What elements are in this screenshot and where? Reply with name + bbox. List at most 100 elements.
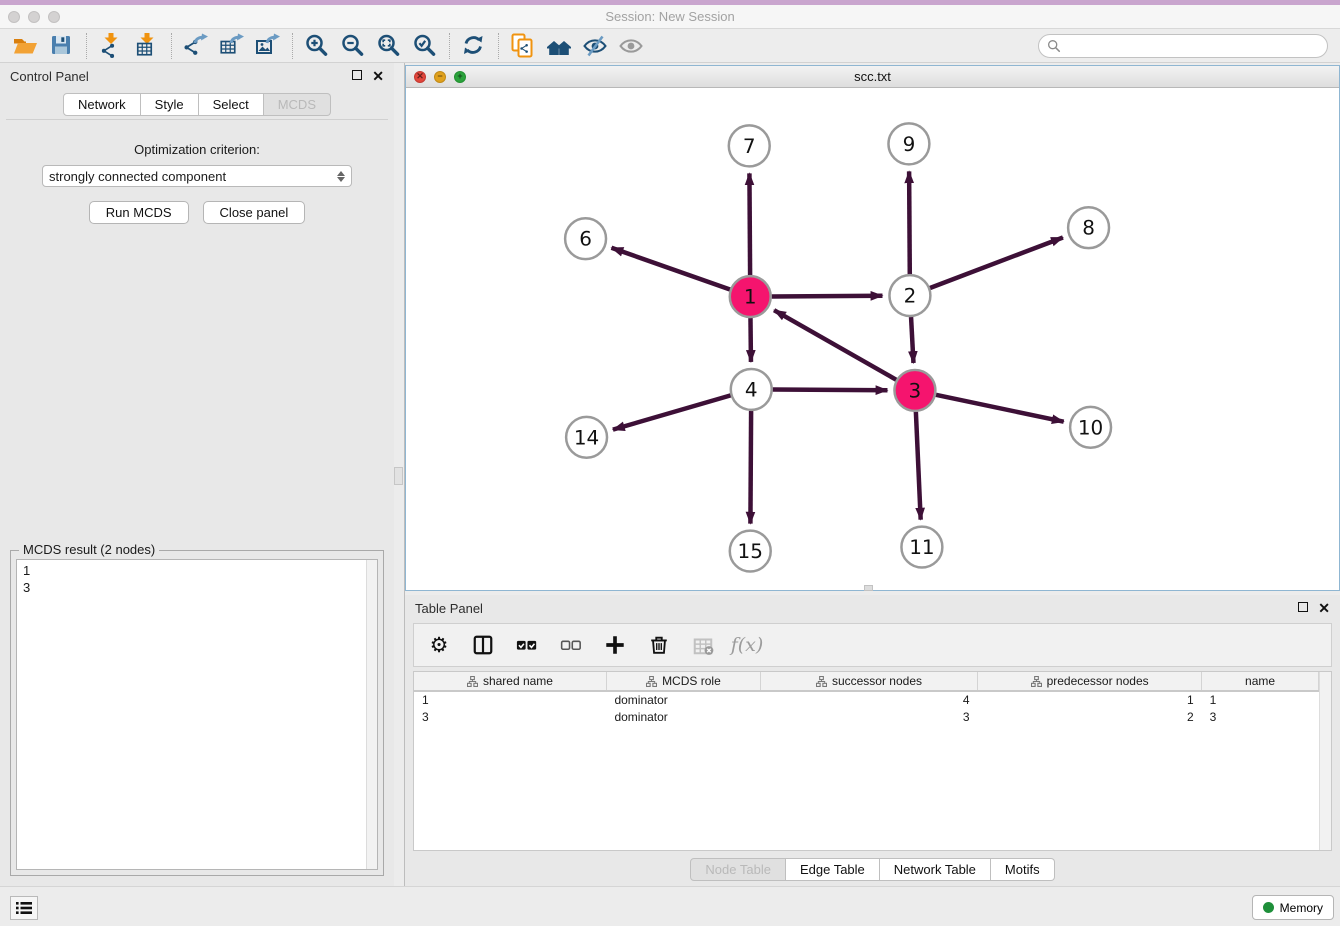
toolbar-separator xyxy=(498,33,499,59)
graph-node-14[interactable]: 14 xyxy=(566,417,607,458)
deselect-all-button[interactable] xyxy=(556,630,586,660)
run-mcds-button[interactable]: Run MCDS xyxy=(89,201,189,224)
edge-2-8[interactable] xyxy=(930,237,1063,287)
search-input[interactable] xyxy=(1065,39,1327,53)
mcds-result-group-title: MCDS result (2 nodes) xyxy=(19,542,159,557)
edge-3-11[interactable] xyxy=(916,412,921,520)
table-cell[interactable]: dominator xyxy=(606,708,760,725)
edge-2-3[interactable] xyxy=(911,317,913,363)
svg-text:3: 3 xyxy=(909,378,922,402)
network-window-titlebar[interactable]: ✕ − + scc.txt xyxy=(406,66,1339,88)
export-table-button[interactable] xyxy=(214,31,250,61)
table-cell[interactable]: dominator xyxy=(606,691,760,708)
column-header-successor-nodes[interactable]: successor nodes xyxy=(760,672,977,691)
graph-node-8[interactable]: 8 xyxy=(1068,207,1109,248)
zoom-fit-button[interactable] xyxy=(371,31,407,61)
import-network-button[interactable] xyxy=(93,31,129,61)
svg-text:2: 2 xyxy=(904,284,917,308)
zoom-in-button[interactable] xyxy=(299,31,335,61)
tab-node-table[interactable]: Node Table xyxy=(690,858,786,881)
zoom-selected-button[interactable] xyxy=(407,31,443,61)
float-panel-icon[interactable] xyxy=(352,70,362,82)
vertical-splitter-handle[interactable] xyxy=(394,467,403,485)
table-cell[interactable]: 2 xyxy=(978,708,1202,725)
edge-2-9[interactable] xyxy=(909,171,910,274)
table-cell[interactable]: 3 xyxy=(760,708,977,725)
home-button[interactable] xyxy=(541,31,577,61)
hide-eye-button[interactable] xyxy=(577,31,613,61)
export-image-icon xyxy=(255,33,281,59)
tab-network-table[interactable]: Network Table xyxy=(880,858,991,881)
table-cell[interactable]: 1 xyxy=(414,691,606,708)
column-header-shared-name[interactable]: shared name xyxy=(414,672,606,691)
table-cell[interactable]: 4 xyxy=(760,691,977,708)
graph-node-6[interactable]: 6 xyxy=(565,218,606,259)
tab-select[interactable]: Select xyxy=(199,93,264,116)
close-table-panel-icon[interactable]: ✕ xyxy=(1318,601,1330,615)
criterion-select[interactable]: strongly connected component xyxy=(42,165,352,187)
graph-node-4[interactable]: 4 xyxy=(731,369,772,410)
tab-style[interactable]: Style xyxy=(141,93,199,116)
column-header-MCDS-role[interactable]: MCDS role xyxy=(606,672,760,691)
graph-node-9[interactable]: 9 xyxy=(888,123,929,164)
clone-network-button[interactable] xyxy=(505,31,541,61)
toolbar-separator xyxy=(449,33,450,59)
export-image-button[interactable] xyxy=(250,31,286,61)
edge-3-1[interactable] xyxy=(774,310,896,380)
node-table: shared nameMCDS rolesuccessor nodesprede… xyxy=(413,671,1332,851)
gear-button[interactable]: ⚙ xyxy=(424,630,454,660)
column-header-name[interactable]: name xyxy=(1202,672,1319,691)
edge-4-14[interactable] xyxy=(613,395,731,429)
graph-node-7[interactable]: 7 xyxy=(729,125,770,166)
table-row[interactable]: 1dominator411 xyxy=(414,691,1319,708)
graph-node-10[interactable]: 10 xyxy=(1070,407,1111,448)
function-button[interactable]: f(x) xyxy=(732,630,762,660)
graph-node-3[interactable]: 3 xyxy=(894,370,935,411)
show-eye-button[interactable] xyxy=(613,31,649,61)
add-button[interactable] xyxy=(600,630,630,660)
edge-1-7[interactable] xyxy=(749,173,750,275)
tab-edge-table[interactable]: Edge Table xyxy=(786,858,880,881)
tab-network[interactable]: Network xyxy=(63,93,141,116)
tab-motifs[interactable]: Motifs xyxy=(991,858,1055,881)
table-cell[interactable]: 1 xyxy=(978,691,1202,708)
network-canvas[interactable]: 7 9 6 8 1 2 4 3 14 10 15 11 xyxy=(406,88,1339,590)
mcds-result-area[interactable]: 1 3 xyxy=(16,559,378,870)
edge-4-15[interactable] xyxy=(750,411,751,524)
search-box[interactable] xyxy=(1038,34,1328,58)
graph-node-2[interactable]: 2 xyxy=(889,275,930,316)
refresh-button[interactable] xyxy=(456,31,492,61)
table-cell[interactable]: 3 xyxy=(414,708,606,725)
status-bar: Memory xyxy=(0,886,1340,926)
edge-1-2[interactable] xyxy=(772,296,883,297)
table-scrollbar[interactable] xyxy=(1319,672,1331,850)
float-table-panel-icon[interactable] xyxy=(1298,602,1308,614)
open-folder-button[interactable] xyxy=(8,31,44,61)
zoom-out-button[interactable] xyxy=(335,31,371,61)
column-header-predecessor-nodes[interactable]: predecessor nodes xyxy=(978,672,1202,691)
mcds-result-scrollbar[interactable] xyxy=(366,560,377,869)
select-all-button[interactable] xyxy=(512,630,542,660)
show-panels-list-button[interactable] xyxy=(10,896,38,920)
graph-node-1[interactable]: 1 xyxy=(730,276,771,317)
close-panel-button[interactable]: Close panel xyxy=(203,201,306,224)
network-graph[interactable]: 7 9 6 8 1 2 4 3 14 10 15 11 xyxy=(406,88,1339,590)
import-table-button[interactable] xyxy=(129,31,165,61)
save-button[interactable] xyxy=(44,31,80,61)
columns-button[interactable] xyxy=(468,630,498,660)
network-window-resize-handle[interactable] xyxy=(864,585,873,591)
memory-button[interactable]: Memory xyxy=(1252,895,1334,920)
delete-table-button[interactable] xyxy=(688,630,718,660)
close-panel-icon[interactable]: ✕ xyxy=(372,69,384,83)
edge-1-6[interactable] xyxy=(611,248,730,290)
edge-3-10[interactable] xyxy=(936,395,1064,422)
tab-mcds[interactable]: MCDS xyxy=(264,93,331,116)
export-network-button[interactable] xyxy=(178,31,214,61)
graph-node-15[interactable]: 15 xyxy=(730,531,771,572)
table-row[interactable]: 3dominator323 xyxy=(414,708,1319,725)
table-cell[interactable]: 1 xyxy=(1202,691,1319,708)
delete-button[interactable] xyxy=(644,630,674,660)
table-cell[interactable]: 3 xyxy=(1202,708,1319,725)
graph-node-11[interactable]: 11 xyxy=(901,527,942,568)
edge-4-3[interactable] xyxy=(773,390,888,391)
